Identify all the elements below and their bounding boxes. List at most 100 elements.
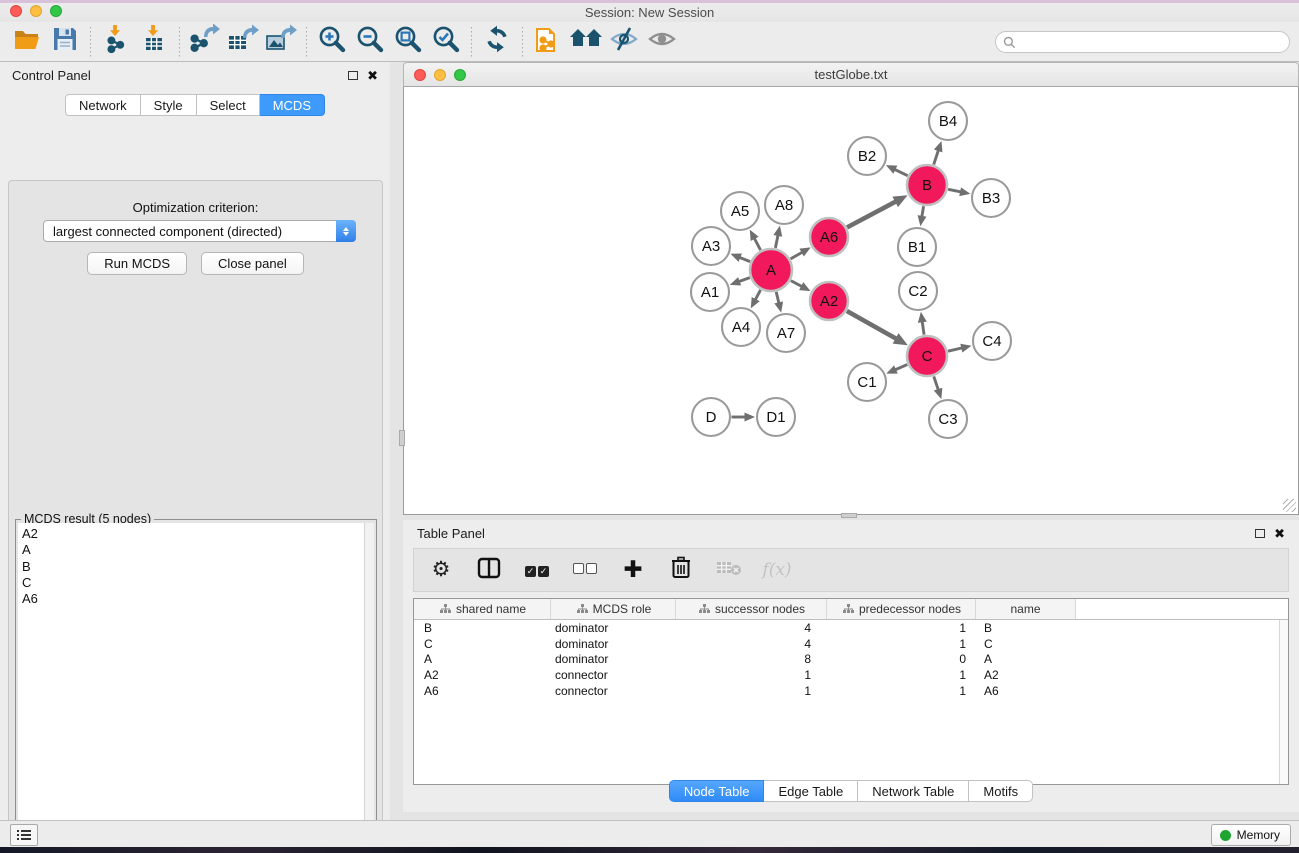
mcds-result-item[interactable]: A [22,542,364,558]
table-cell[interactable]: connector [551,684,676,698]
node-C4[interactable]: C4 [973,322,1011,360]
zoom-selected-button[interactable] [427,25,465,59]
network-canvas[interactable]: AA1A2A3A4A5A6A7A8BB1B2B3B4CC1C2C3C4DD1 [403,87,1299,515]
table-cell[interactable]: 0 [827,652,976,666]
table-row[interactable]: Cdominator41C [414,636,1288,652]
table-cell[interactable]: 4 [676,621,827,635]
splitter-handle-vertical[interactable] [399,430,405,446]
table-row[interactable]: A6connector11A6 [414,683,1288,699]
edge-B-B3[interactable] [948,189,961,192]
delete-column-button[interactable] [668,557,694,583]
table-cell[interactable]: A2 [976,668,1076,682]
network-minimize-button[interactable] [434,69,446,81]
table-cell[interactable]: 1 [827,621,976,635]
hide-eye-button[interactable] [605,25,643,59]
node-A3[interactable]: A3 [692,227,730,265]
node-C3[interactable]: C3 [929,400,967,438]
open-file-button[interactable] [8,25,46,59]
tab-network-table[interactable]: Network Table [858,780,969,802]
table-cell[interactable]: 4 [676,637,827,651]
node-A2[interactable]: A2 [810,282,848,320]
node-A[interactable]: A [750,249,792,291]
close-panel-button[interactable]: Close panel [201,252,304,275]
table-float-panel-icon[interactable] [1255,529,1265,538]
task-history-button[interactable] [10,824,38,846]
table-cell[interactable]: 1 [676,668,827,682]
node-D[interactable]: D [692,398,730,436]
network-close-button[interactable] [414,69,426,81]
search-field[interactable] [995,31,1290,53]
mcds-result-item[interactable]: A6 [22,591,364,607]
table-cell[interactable]: C [414,637,551,651]
node-C[interactable]: C [907,336,947,376]
tab-node-table[interactable]: Node Table [669,780,765,802]
edge-A6-B[interactable] [847,201,896,227]
edge-A-A6[interactable] [791,252,803,259]
select-all-button[interactable]: ✓✓ [524,557,550,583]
node-C2[interactable]: C2 [899,272,937,310]
edge-B-B4[interactable] [934,150,939,165]
result-scrollbar[interactable] [364,523,374,853]
node-B3[interactable]: B3 [972,179,1010,217]
mcds-result-item[interactable]: C [22,575,364,591]
edge-A-A7[interactable] [776,292,779,303]
refresh-button[interactable] [478,25,516,59]
split-view-button[interactable] [476,557,502,583]
export-image-button[interactable] [262,25,300,59]
home-button[interactable] [567,25,605,59]
resize-grip[interactable] [1283,499,1296,512]
tab-motifs[interactable]: Motifs [969,780,1033,802]
show-eye-button[interactable] [643,25,681,59]
mcds-result-list[interactable]: A2ABCA6 [18,523,364,853]
memory-button[interactable]: Memory [1211,824,1291,846]
edge-A-A8[interactable] [775,235,778,248]
table-cell[interactable]: connector [551,668,676,682]
node-A4[interactable]: A4 [722,308,760,346]
optimization-criterion-dropdown[interactable]: largest connected component (directed) [43,220,356,242]
node-A7[interactable]: A7 [767,314,805,352]
table-cell[interactable]: dominator [551,621,676,635]
network-window-titlebar[interactable]: testGlobe.txt [403,62,1299,87]
tab-mcds[interactable]: MCDS [260,94,325,116]
node-A1[interactable]: A1 [691,273,729,311]
table-scrollbar[interactable] [1279,620,1288,784]
zoom-out-button[interactable] [351,25,389,59]
node-C1[interactable]: C1 [848,363,886,401]
table-cell[interactable]: dominator [551,652,676,666]
edge-B-B1[interactable] [922,206,924,217]
edge-C-C2[interactable] [922,321,924,334]
add-column-button[interactable]: ✚ [620,557,646,583]
run-mcds-button[interactable]: Run MCDS [87,252,187,275]
splitter-handle-horizontal[interactable] [841,513,857,518]
table-cell[interactable]: A2 [414,668,551,682]
table-cell[interactable]: A [976,652,1076,666]
column-header-name[interactable]: name [976,599,1076,619]
table-cell[interactable]: 1 [827,668,976,682]
edge-C-C4[interactable] [948,348,962,351]
node-B2[interactable]: B2 [848,137,886,175]
table-row[interactable]: Bdominator41B [414,620,1288,636]
table-cell[interactable]: B [976,621,1076,635]
edge-B-B2[interactable] [894,169,907,175]
table-cell[interactable]: A6 [414,684,551,698]
table-cell[interactable]: 1 [827,684,976,698]
node-B[interactable]: B [907,165,947,205]
edge-A-A3[interactable] [739,257,750,261]
zoom-fit-button[interactable] [389,25,427,59]
table-cell[interactable]: dominator [551,637,676,651]
node-A5[interactable]: A5 [721,192,759,230]
edge-A-A5[interactable] [754,238,760,250]
node-B4[interactable]: B4 [929,102,967,140]
zoom-window-button[interactable] [50,5,62,17]
tab-style[interactable]: Style [141,94,197,116]
table-cell[interactable]: 1 [676,684,827,698]
column-header-shared-name[interactable]: shared name [414,599,551,619]
edge-C-C1[interactable] [895,365,907,370]
close-window-button[interactable] [10,5,22,17]
tab-network[interactable]: Network [65,94,141,116]
node-A6[interactable]: A6 [810,218,848,256]
table-close-panel-icon[interactable]: ✖ [1274,527,1285,540]
table-cell[interactable]: C [976,637,1076,651]
column-header-predecessor-nodes[interactable]: predecessor nodes [827,599,976,619]
edge-A-A2[interactable] [791,281,802,287]
